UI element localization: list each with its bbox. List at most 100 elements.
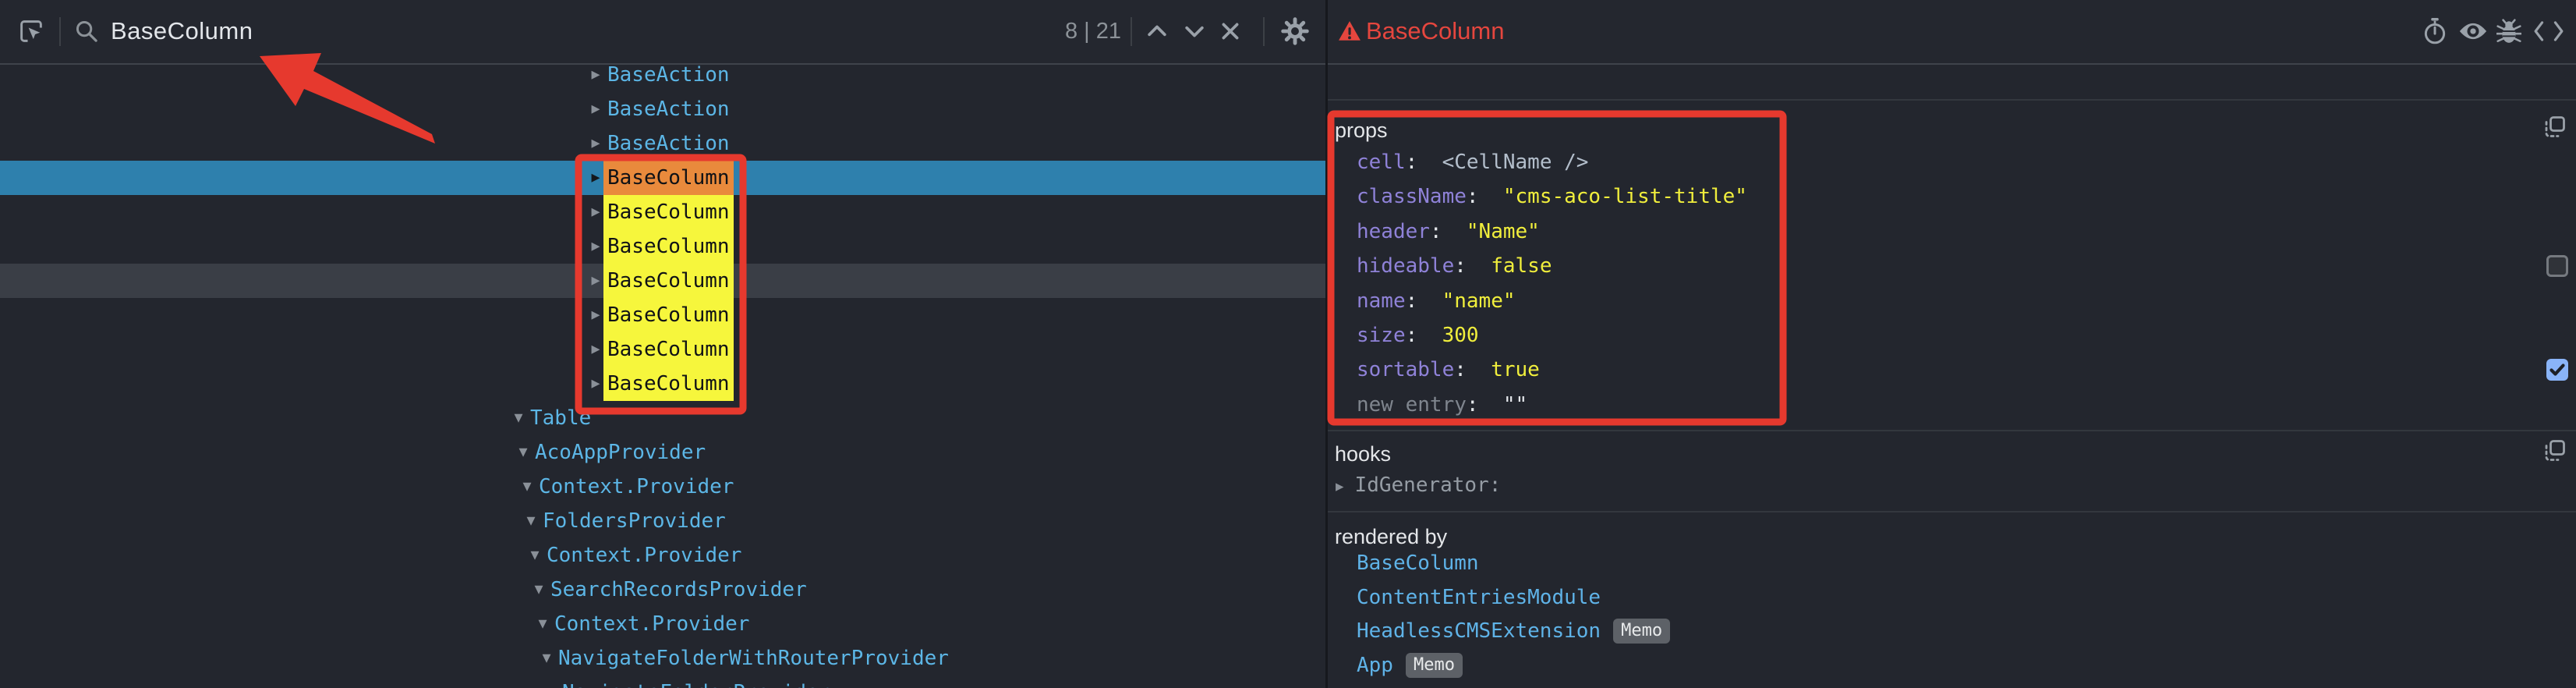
prop-colon: :	[1406, 289, 1442, 313]
tree-row[interactable]: ▾SearchRecordsProvider	[0, 573, 1325, 607]
prop-colon: :	[1406, 324, 1442, 347]
section-divider	[1328, 430, 2576, 431]
prop-key: new entry	[1357, 393, 1467, 417]
component-name[interactable]: AcoAppProvider	[531, 435, 709, 470]
panel-divider[interactable]	[1325, 0, 1328, 688]
inspect-eye-icon	[2457, 20, 2489, 43]
rendered-by-link[interactable]: BaseColumn	[1357, 546, 1479, 580]
prop-value[interactable]: 300	[1442, 324, 1479, 347]
tree-row[interactable]: ▸BaseColumn	[0, 195, 1325, 229]
component-name[interactable]: BaseColumn	[603, 367, 734, 401]
tree-row[interactable]: ▾NavigateFolderProvider	[0, 676, 1325, 688]
previous-match-button[interactable]	[1145, 0, 1169, 62]
component-tree: ▸BaseAction▸BaseAction▸BaseAction▸BaseCo…	[0, 0, 1325, 688]
inspector-panel: props cell: <CellName />className: "cms-…	[1328, 0, 2576, 688]
memo-badge: Memo	[1406, 653, 1463, 678]
component-name[interactable]: SearchRecordsProvider	[547, 573, 811, 607]
component-name[interactable]: NavigateFolderProvider	[558, 676, 834, 688]
chevron-up-icon	[1145, 19, 1169, 44]
search-result-count: 8 | 21	[1054, 0, 1121, 62]
rendered-by-row: HeadlessCMSExtension Memo	[1357, 614, 1670, 648]
inspect-element-button[interactable]	[17, 0, 45, 62]
prop-value[interactable]: true	[1491, 358, 1540, 381]
component-name[interactable]: BaseAction	[603, 126, 734, 161]
toolbar-divider	[1131, 17, 1132, 46]
rendered-by-row: App Memo	[1357, 648, 1463, 683]
tree-row[interactable]: ▸BaseAction	[0, 126, 1325, 161]
copy-hooks-icon[interactable]	[2543, 439, 2567, 463]
search-icon	[75, 20, 98, 43]
component-name[interactable]: Context.Provider	[535, 470, 738, 504]
prop-colon: :	[1454, 254, 1491, 278]
tree-row[interactable]: ▾Table	[0, 401, 1325, 435]
rendered-by-row: BaseColumn	[1357, 546, 1479, 580]
clear-search-button[interactable]	[1218, 0, 1243, 62]
expand-arrow-icon[interactable]: ▸	[1336, 477, 1344, 495]
copy-props-icon[interactable]	[2543, 115, 2567, 139]
tree-row[interactable]: ▾Context.Provider	[0, 470, 1325, 504]
rendered-by-link[interactable]: App	[1357, 648, 1393, 683]
component-name[interactable]: BaseColumn	[603, 298, 734, 332]
top-toolbar: BaseColumn 8 | 21	[0, 0, 2576, 65]
view-source-icon	[2534, 20, 2564, 43]
rendered-by-row: ContentEntriesModule	[1357, 580, 1601, 615]
hook-row[interactable]: ▸IdGenerator:	[1336, 468, 1501, 502]
tree-row[interactable]: ▾Context.Provider	[0, 607, 1325, 641]
search-input[interactable]: BaseColumn	[111, 0, 253, 62]
tree-row[interactable]: ▸BaseAction	[0, 92, 1325, 126]
tree-row[interactable]: ▸BaseColumn	[0, 229, 1325, 264]
toolbar-divider	[59, 17, 61, 46]
tree-row[interactable]: ▾Context.Provider	[0, 538, 1325, 573]
component-name[interactable]: FoldersProvider	[539, 504, 730, 538]
tree-row[interactable]: ▸BaseColumn	[0, 264, 1325, 298]
inspect-cursor-icon	[17, 17, 45, 45]
prop-row: name: "name"	[1357, 284, 1516, 318]
tree-row[interactable]: ▸BaseColumn	[0, 161, 1325, 195]
next-match-button[interactable]	[1182, 0, 1207, 62]
component-name[interactable]: BaseColumn	[603, 229, 734, 264]
props-section-label: props	[1335, 115, 1388, 146]
prop-colon: :	[1406, 151, 1442, 174]
tree-row[interactable]: ▸BaseColumn	[0, 332, 1325, 367]
memo-badge: Memo	[1613, 619, 1670, 644]
component-name[interactable]: NavigateFolderWithRouterProvider	[554, 641, 953, 676]
tree-row[interactable]: ▸BaseColumn	[0, 367, 1325, 401]
tree-row[interactable]: ▾NavigateFolderWithRouterProvider	[0, 641, 1325, 676]
component-name[interactable]: BaseColumn	[603, 332, 734, 367]
view-source-button[interactable]	[2534, 0, 2564, 62]
prop-colon: :	[1467, 185, 1503, 208]
section-divider	[1328, 511, 2576, 512]
tree-row[interactable]: ▾AcoAppProvider	[0, 435, 1325, 470]
tree-row[interactable]: ▾FoldersProvider	[0, 504, 1325, 538]
prop-row: header: "Name"	[1357, 215, 1540, 249]
settings-button[interactable]	[1280, 0, 1310, 62]
prop-value[interactable]: "cms-aco-list-title"	[1503, 185, 1747, 208]
component-name[interactable]: BaseColumn	[603, 195, 734, 229]
suspend-timer-icon	[2422, 17, 2448, 45]
hook-name: IdGenerator	[1355, 473, 1489, 497]
component-name[interactable]: Table	[526, 401, 595, 435]
prop-colon: :	[1454, 358, 1491, 381]
component-name[interactable]: Context.Provider	[550, 607, 753, 641]
rendered-by-link[interactable]: ContentEntriesModule	[1357, 580, 1601, 615]
inspect-dom-button[interactable]	[2457, 0, 2489, 62]
prop-value[interactable]: "Name"	[1467, 220, 1540, 243]
suspend-timer-button[interactable]	[2422, 0, 2448, 62]
react-devtools-window: ▸BaseAction▸BaseAction▸BaseAction▸BaseCo…	[0, 0, 2576, 688]
component-name[interactable]: BaseColumn	[603, 264, 734, 298]
close-icon	[1218, 19, 1243, 44]
component-name[interactable]: BaseAction	[603, 92, 734, 126]
prop-value[interactable]: ""	[1503, 393, 1527, 417]
prop-value[interactable]: false	[1491, 254, 1552, 278]
prop-value[interactable]: "name"	[1442, 289, 1516, 313]
search-icon-wrap	[75, 0, 98, 62]
prop-checkbox-unchecked[interactable]	[2546, 255, 2568, 277]
component-name[interactable]: BaseColumn	[603, 161, 734, 195]
prop-value: <CellName />	[1442, 151, 1589, 174]
prop-key: cell	[1357, 151, 1406, 174]
component-name[interactable]: Context.Provider	[543, 538, 745, 573]
tree-row[interactable]: ▸BaseColumn	[0, 298, 1325, 332]
rendered-by-link[interactable]: HeadlessCMSExtension	[1357, 614, 1601, 648]
prop-checkbox-checked[interactable]	[2546, 359, 2568, 381]
debug-log-button[interactable]	[2496, 0, 2521, 62]
